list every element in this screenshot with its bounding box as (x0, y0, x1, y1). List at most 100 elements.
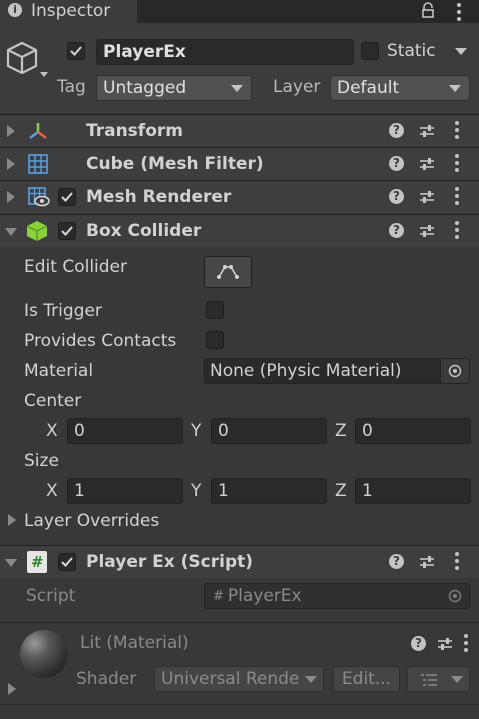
kebab-menu-icon[interactable] (464, 634, 468, 655)
kebab-menu-icon[interactable] (455, 121, 459, 142)
size-y-value: 1 (218, 481, 229, 501)
chevron-down-icon (231, 85, 243, 92)
size-x-value: 1 (74, 481, 85, 501)
chevron-down-icon (305, 676, 317, 683)
shader-list-dropdown[interactable] (407, 666, 470, 692)
help-icon[interactable]: ? (389, 156, 404, 171)
tag-label: Tag (57, 77, 86, 97)
kebab-menu-icon[interactable] (455, 221, 459, 242)
help-icon[interactable]: ? (389, 554, 404, 569)
object-picker-icon[interactable] (440, 359, 469, 383)
material-label: Material (24, 361, 94, 381)
center-label: Center (24, 391, 82, 411)
object-picker-icon (448, 589, 462, 603)
script-header[interactable]: # Player Ex (Script) ? (0, 545, 479, 578)
size-z-label[interactable]: Z (335, 483, 347, 500)
cube-outline-icon[interactable] (5, 40, 49, 80)
preset-sliders-icon[interactable] (419, 223, 435, 239)
help-icon[interactable]: ? (389, 189, 404, 204)
layer-value: Default (337, 78, 400, 98)
script-enabled-checkbox[interactable] (58, 553, 76, 571)
center-z-label[interactable]: Z (335, 423, 347, 440)
size-label: Size (24, 451, 59, 471)
center-x-label[interactable]: X (46, 423, 58, 440)
list-icon (421, 674, 437, 686)
help-icon[interactable]: ? (389, 223, 404, 238)
foldout-arrow-icon[interactable] (7, 191, 15, 203)
size-y-field[interactable]: 1 (211, 478, 327, 504)
static-checkbox[interactable] (361, 42, 379, 60)
provides-contacts-checkbox[interactable] (206, 331, 224, 349)
shader-label: Shader (76, 669, 137, 689)
tag-dropdown[interactable]: Untagged (96, 75, 252, 101)
box-collider-header[interactable]: Box Collider ? (0, 214, 479, 247)
object-active-checkbox[interactable] (67, 42, 85, 60)
object-name-value: PlayerEx (103, 42, 186, 62)
mesh-renderer-icon (28, 187, 50, 207)
object-name-input[interactable]: PlayerEx (96, 39, 354, 65)
preset-sliders-icon[interactable] (419, 189, 435, 205)
mesh-filter-header[interactable]: Cube (Mesh Filter) ? (0, 147, 479, 180)
foldout-arrow-icon[interactable] (5, 559, 17, 567)
inspector-tab[interactable]: i Inspector (0, 0, 137, 23)
script-file-icon: # (213, 588, 224, 604)
size-z-field[interactable]: 1 (355, 478, 471, 504)
size-x-label[interactable]: X (46, 483, 58, 500)
grid-mesh-icon (28, 154, 48, 174)
material-sphere-icon (20, 630, 68, 678)
is-trigger-label: Is Trigger (24, 301, 102, 321)
center-y-field[interactable]: 0 (211, 418, 327, 444)
chevron-down-icon (451, 676, 463, 683)
material-divider (0, 622, 479, 623)
layer-dropdown[interactable]: Default (330, 75, 470, 101)
script-value: PlayerEx (227, 586, 302, 606)
size-x-field[interactable]: 1 (67, 478, 183, 504)
size-z-value: 1 (362, 481, 373, 501)
layer-overrides-label[interactable]: Layer Overrides (24, 513, 159, 530)
tab-menu-kebab-icon[interactable] (457, 3, 461, 24)
preset-sliders-icon[interactable] (419, 554, 435, 570)
shader-value: Universal Rende (161, 669, 300, 689)
provides-contacts-label: Provides Contacts (24, 331, 177, 351)
mesh-renderer-enabled-checkbox[interactable] (58, 188, 76, 206)
static-dropdown-caret-icon[interactable] (455, 48, 467, 55)
script-object-field: # PlayerEx (204, 583, 470, 609)
edit-collider-button[interactable] (204, 256, 252, 288)
mesh-renderer-label: Mesh Renderer (86, 187, 232, 207)
center-z-field[interactable]: 0 (355, 418, 471, 444)
box-collider-enabled-checkbox[interactable] (58, 222, 76, 240)
kebab-menu-icon[interactable] (455, 154, 459, 175)
transform-label: Transform (86, 121, 183, 141)
layer-overrides-foldout-icon[interactable] (8, 514, 16, 526)
foldout-arrow-icon[interactable] (5, 228, 17, 236)
foldout-arrow-icon[interactable] (7, 158, 15, 170)
help-icon[interactable]: ? (389, 123, 404, 138)
edit-label: Edit... (341, 669, 392, 689)
preset-sliders-icon[interactable] (419, 123, 435, 139)
material-foldout-icon[interactable] (8, 683, 16, 695)
static-label: Static (387, 41, 436, 61)
transform-header[interactable]: Transform ? (0, 114, 479, 147)
center-y-label[interactable]: Y (191, 423, 201, 440)
preset-sliders-icon[interactable] (419, 156, 435, 172)
preset-sliders-icon[interactable] (437, 636, 453, 652)
foldout-arrow-icon[interactable] (7, 125, 15, 137)
material-object-field[interactable]: None (Physic Material) (204, 358, 470, 384)
kebab-menu-icon[interactable] (455, 187, 459, 208)
center-y-value: 0 (218, 421, 229, 441)
material-value: None (Physic Material) (210, 361, 402, 381)
mesh-renderer-header[interactable]: Mesh Renderer ? (0, 180, 479, 213)
center-x-value: 0 (74, 421, 85, 441)
mesh-filter-label: Cube (Mesh Filter) (86, 154, 264, 174)
help-icon[interactable]: ? (411, 636, 426, 651)
size-y-label[interactable]: Y (191, 483, 201, 500)
info-icon: i (8, 3, 22, 17)
shader-edit-button[interactable]: Edit... (333, 666, 400, 692)
center-x-field[interactable]: 0 (67, 418, 183, 444)
is-trigger-checkbox[interactable] (206, 301, 224, 319)
kebab-menu-icon[interactable] (455, 552, 459, 573)
lock-icon[interactable] (420, 2, 436, 18)
tag-value: Untagged (103, 78, 187, 98)
tab-title: Inspector (31, 1, 111, 21)
shader-dropdown[interactable]: Universal Rende (154, 666, 324, 692)
